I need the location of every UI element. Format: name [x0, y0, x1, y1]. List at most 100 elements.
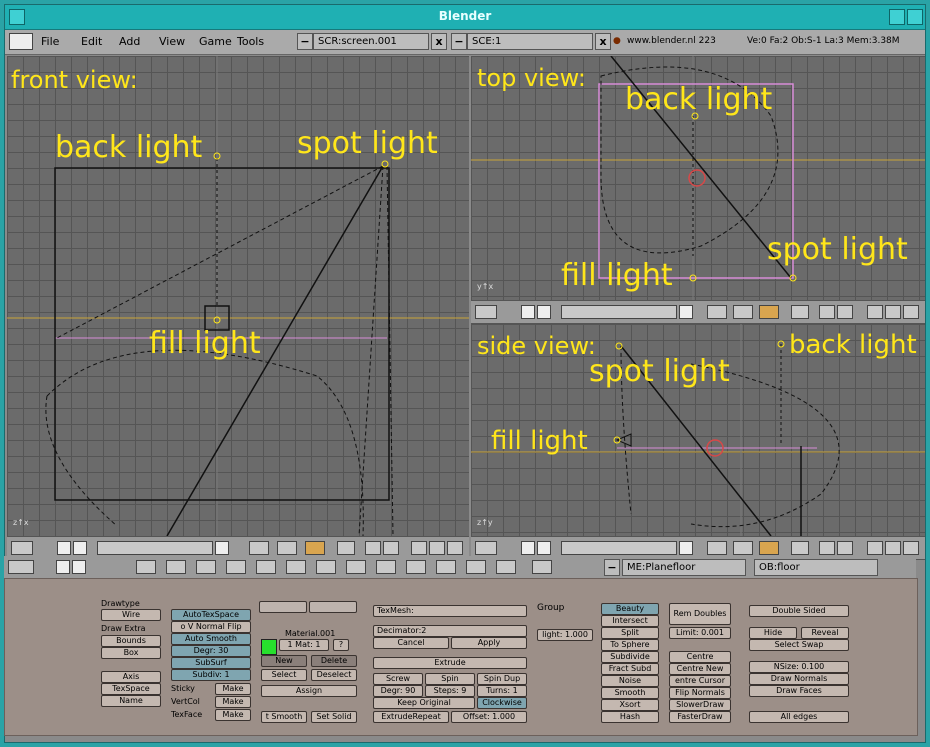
- smooth-button[interactable]: Smooth: [601, 687, 659, 699]
- game-buttons-icon[interactable]: [406, 560, 426, 574]
- steps-field[interactable]: Steps: 9: [425, 685, 475, 697]
- flip-normals-button[interactable]: Flip Normals: [669, 687, 731, 699]
- hide-button[interactable]: Hide: [749, 627, 797, 639]
- menu-add[interactable]: Add: [119, 35, 140, 48]
- turns-field[interactable]: Turns: 1: [477, 685, 527, 697]
- mesh-browse-button[interactable]: −: [604, 559, 620, 576]
- home-icon[interactable]: [537, 541, 551, 555]
- fract-subd-button[interactable]: Fract Subd: [601, 663, 659, 675]
- side-view-viewport[interactable]: side view: spot light back light fill li…: [471, 324, 925, 536]
- world-buttons-icon[interactable]: [286, 560, 306, 574]
- no-v-normal-flip-button[interactable]: o V Normal Flip: [171, 621, 251, 633]
- layer-buttons[interactable]: [561, 541, 677, 555]
- set-smooth-button[interactable]: t Smooth: [261, 711, 307, 723]
- view-mode-icon[interactable]: [707, 541, 727, 555]
- limit-field[interactable]: Limit: 0.001: [669, 627, 731, 639]
- draw-faces-button[interactable]: Draw Faces: [749, 685, 849, 697]
- limit-field-left[interactable]: light: 1.000: [537, 629, 593, 641]
- clockwise-button[interactable]: Clockwise: [477, 697, 527, 709]
- zoom-icon[interactable]: [837, 305, 853, 319]
- xsort-button[interactable]: Xsort: [601, 699, 659, 711]
- drawtype-menu[interactable]: Wire: [101, 609, 161, 621]
- lock-icon[interactable]: [679, 541, 693, 555]
- view-mode-icon[interactable]: [249, 541, 269, 555]
- layer-buttons[interactable]: [97, 541, 213, 555]
- screw-button[interactable]: Screw: [373, 673, 423, 685]
- rem-doubles-button[interactable]: Rem Doubles: [669, 603, 731, 625]
- camera-icon[interactable]: [447, 541, 463, 555]
- split-button[interactable]: Split: [601, 627, 659, 639]
- decimator-cancel-button[interactable]: Cancel: [373, 637, 449, 649]
- axis-button[interactable]: Axis: [101, 671, 161, 683]
- scene-field[interactable]: SCE:1: [467, 33, 593, 50]
- radiosity-buttons-icon[interactable]: [346, 560, 366, 574]
- intersect-button[interactable]: Intersect: [601, 615, 659, 627]
- reveal-button[interactable]: Reveal: [801, 627, 849, 639]
- extrude-button[interactable]: Extrude: [373, 657, 527, 669]
- full-window-icon[interactable]: [56, 560, 70, 574]
- full-window-icon[interactable]: [521, 541, 535, 555]
- noise-button[interactable]: Noise: [601, 675, 659, 687]
- set-solid-button[interactable]: Set Solid: [311, 711, 357, 723]
- nsize-field[interactable]: NSize: 0.100: [749, 661, 849, 673]
- orbit-icon[interactable]: [337, 541, 355, 555]
- name-button[interactable]: Name: [101, 695, 161, 707]
- ortho-icon[interactable]: [429, 541, 445, 555]
- centre-button[interactable]: Centre: [669, 651, 731, 663]
- physics-buttons-icon[interactable]: [466, 560, 486, 574]
- select-material-button[interactable]: Select: [261, 669, 307, 681]
- assign-material-button[interactable]: Assign: [261, 685, 357, 697]
- home-icon[interactable]: [73, 541, 87, 555]
- box-button[interactable]: Box: [101, 647, 161, 659]
- layer-buttons[interactable]: [561, 305, 677, 319]
- scene-delete-button[interactable]: x: [595, 33, 611, 50]
- camera-icon[interactable]: [903, 541, 919, 555]
- material-color-slots-2[interactable]: [309, 601, 357, 613]
- home-icon[interactable]: [537, 305, 551, 319]
- shading-icon[interactable]: [759, 541, 779, 555]
- offset-field[interactable]: Offset: 1.000: [451, 711, 527, 723]
- menu-file[interactable]: File: [41, 35, 59, 48]
- auto-texspace-button[interactable]: AutoTexSpace: [171, 609, 251, 621]
- hash-button[interactable]: Hash: [601, 711, 659, 723]
- material-color-slots-1[interactable]: [259, 601, 307, 613]
- window-type-icon[interactable]: [475, 541, 497, 555]
- scene-browse-button[interactable]: −: [451, 33, 467, 50]
- front-view-viewport[interactable]: front view: back light spot light fill l…: [7, 56, 469, 536]
- shading-icon[interactable]: [305, 541, 325, 555]
- view-buttons-icon[interactable]: [136, 560, 156, 574]
- double-sided-button[interactable]: Double Sided: [749, 605, 849, 617]
- texmesh-field[interactable]: TexMesh:: [373, 605, 527, 617]
- sound-buttons-icon[interactable]: [376, 560, 396, 574]
- spin-button[interactable]: Spin: [425, 673, 475, 685]
- menu-view[interactable]: View: [159, 35, 185, 48]
- decimator-apply-button[interactable]: Apply: [451, 637, 527, 649]
- top-view-viewport[interactable]: top view: back light spot light fill lig…: [471, 56, 925, 300]
- draw-mode-icon[interactable]: [277, 541, 297, 555]
- maximize-icon[interactable]: [907, 9, 923, 25]
- degr-slider[interactable]: Degr: 30: [171, 645, 251, 657]
- script-buttons-icon[interactable]: [496, 560, 516, 574]
- window-type-icon[interactable]: [11, 541, 33, 555]
- screen-delete-button[interactable]: x: [431, 33, 447, 50]
- to-sphere-button[interactable]: To Sphere: [601, 639, 659, 651]
- material-index-button[interactable]: 1 Mat: 1: [279, 639, 329, 651]
- pan-icon[interactable]: [819, 305, 835, 319]
- beauty-button[interactable]: Beauty: [601, 603, 659, 615]
- delete-material-button[interactable]: Delete: [311, 655, 357, 667]
- pan-icon[interactable]: [365, 541, 381, 555]
- decimator-slider[interactable]: Decimator:2: [373, 625, 527, 637]
- faster-draw-button[interactable]: FasterDraw: [669, 711, 731, 723]
- render-buttons-icon[interactable]: [532, 560, 552, 574]
- vertcol-make-button[interactable]: Make: [215, 696, 251, 708]
- draw-mode-icon[interactable]: [733, 541, 753, 555]
- window-type-icon[interactable]: [475, 305, 497, 319]
- info-window-icon[interactable]: [9, 33, 33, 50]
- persp-icon[interactable]: [867, 305, 883, 319]
- animation-buttons-icon[interactable]: [256, 560, 276, 574]
- ortho-icon[interactable]: [885, 305, 901, 319]
- subdivide-button[interactable]: Subdivide: [601, 651, 659, 663]
- view-mode-icon[interactable]: [707, 305, 727, 319]
- centre-cursor-button[interactable]: entre Cursor: [669, 675, 731, 687]
- subsurf-button[interactable]: SubSurf: [171, 657, 251, 669]
